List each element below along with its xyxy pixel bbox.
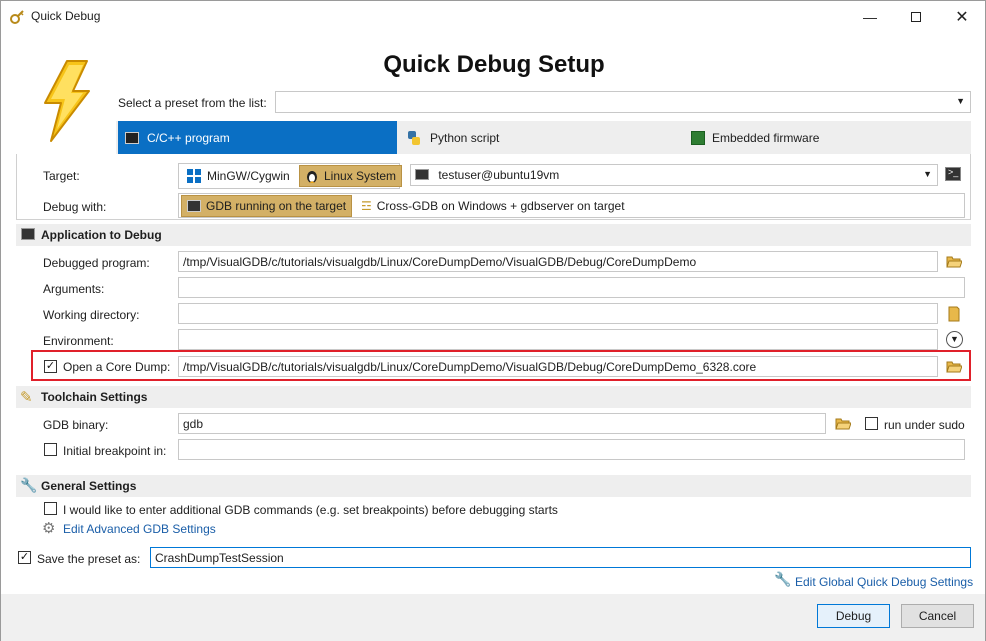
save-preset-checkbox[interactable]: ✓: [18, 551, 31, 564]
debug-button[interactable]: Debug: [817, 604, 890, 628]
edit-advanced-gdb-settings-link[interactable]: Edit Advanced GDB Settings: [63, 522, 216, 536]
close-icon: ✕: [955, 8, 969, 26]
computer-icon: [415, 169, 429, 180]
open-folder-icon[interactable]: [946, 359, 962, 373]
app-icon: [10, 10, 24, 24]
page-title: Quick Debug Setup: [383, 51, 605, 78]
tab-embedded-firmware[interactable]: Embedded firmware: [691, 121, 961, 154]
initial-breakpoint-input[interactable]: [178, 439, 965, 460]
linux-penguin-icon: [307, 171, 317, 183]
target-label: Target:: [43, 169, 80, 183]
target-mingw-option[interactable]: MinGW/Cygwin: [181, 165, 295, 187]
application-section-header: Application to Debug: [16, 224, 971, 246]
run-under-sudo-checkbox[interactable]: [865, 417, 878, 430]
core-dump-checkbox[interactable]: ✓: [44, 360, 57, 373]
terminal-icon: [187, 200, 201, 212]
initial-breakpoint-checkbox[interactable]: [44, 443, 57, 456]
arguments-input[interactable]: [178, 277, 965, 298]
arguments-label: Arguments:: [43, 282, 105, 296]
core-dump-label: Open a Core Dump:: [63, 360, 171, 374]
wrench-icon: 🔧: [774, 571, 792, 587]
windows-icon: [187, 169, 201, 183]
mode-tabs: C/C++ program Python script Embedded fir…: [116, 121, 971, 154]
open-folder-icon[interactable]: [946, 254, 962, 268]
core-dump-input[interactable]: /tmp/VisualGDB/c/tutorials/visualgdb/Lin…: [178, 356, 938, 377]
python-icon: [408, 130, 420, 145]
window-title: Quick Debug: [31, 9, 101, 23]
target-machine-dropdown[interactable]: testuser@ubuntu19vm ▼: [410, 164, 938, 186]
edit-global-quick-debug-settings-link[interactable]: Edit Global Quick Debug Settings: [795, 575, 973, 589]
debugged-program-input[interactable]: /tmp/VisualGDB/c/tutorials/visualgdb/Lin…: [178, 251, 938, 272]
tab-python-script[interactable]: Python script: [406, 121, 676, 154]
preset-label: Select a preset from the list:: [118, 96, 267, 110]
working-directory-label: Working directory:: [43, 308, 140, 322]
open-folder-icon[interactable]: [835, 416, 851, 430]
terminal-icon: [125, 131, 139, 144]
debug-cross-gdb-option[interactable]: ☲ Cross-GDB on Windows + gdbserver on ta…: [356, 195, 630, 217]
wrench-icon: 🔧: [20, 477, 38, 493]
initial-breakpoint-label: Initial breakpoint in:: [63, 444, 167, 458]
folder-icon[interactable]: [947, 306, 961, 322]
working-directory-input[interactable]: [178, 303, 938, 324]
tab-cpp-program[interactable]: C/C++ program: [118, 121, 397, 154]
extra-gdb-commands-checkbox[interactable]: [44, 502, 57, 515]
debugged-program-label: Debugged program:: [43, 256, 150, 270]
target-linux-option[interactable]: Linux System: [299, 165, 403, 187]
terminal-button[interactable]: >_: [945, 167, 961, 181]
network-icon: ☲: [361, 199, 372, 213]
gdb-binary-input[interactable]: gdb: [178, 413, 826, 434]
title-bar: Quick Debug — ✕: [1, 1, 985, 32]
environment-label: Environment:: [43, 334, 114, 348]
quick-debug-window: Quick Debug — ✕ Quick Debug Setup Select…: [0, 0, 986, 641]
preset-dropdown[interactable]: ▼: [275, 91, 971, 113]
cancel-button[interactable]: Cancel: [901, 604, 974, 628]
terminal-icon: [21, 228, 35, 240]
pencil-icon: ✎: [20, 389, 33, 406]
dialog-footer: Debug Cancel: [1, 594, 985, 641]
minimize-icon: —: [863, 8, 877, 25]
save-preset-label: Save the preset as:: [37, 552, 141, 566]
maximize-button[interactable]: [893, 1, 939, 32]
general-section-header: 🔧 General Settings: [16, 475, 971, 497]
chevron-down-icon: ▼: [950, 334, 959, 344]
extra-gdb-commands-label: I would like to enter additional GDB com…: [63, 503, 558, 517]
close-button[interactable]: ✕: [939, 1, 985, 32]
debug-with-label: Debug with:: [43, 200, 107, 214]
maximize-icon: [911, 11, 921, 22]
chip-icon: [691, 130, 705, 145]
toolchain-section-header: ✎ Toolchain Settings: [16, 386, 971, 408]
minimize-button[interactable]: —: [847, 1, 893, 32]
chevron-down-icon: ▼: [956, 96, 965, 106]
expand-environment-button[interactable]: ▼: [946, 331, 963, 348]
gdb-binary-label: GDB binary:: [43, 418, 109, 432]
gear-icon: ⚙: [42, 520, 56, 537]
environment-input[interactable]: [178, 329, 938, 350]
debug-gdb-on-target-option[interactable]: GDB running on the target: [181, 195, 353, 217]
save-preset-input[interactable]: CrashDumpTestSession: [150, 547, 971, 568]
terminal-icon: >_: [948, 167, 959, 177]
chevron-down-icon: ▼: [923, 169, 932, 179]
run-under-sudo-label: run under sudo: [884, 418, 965, 432]
